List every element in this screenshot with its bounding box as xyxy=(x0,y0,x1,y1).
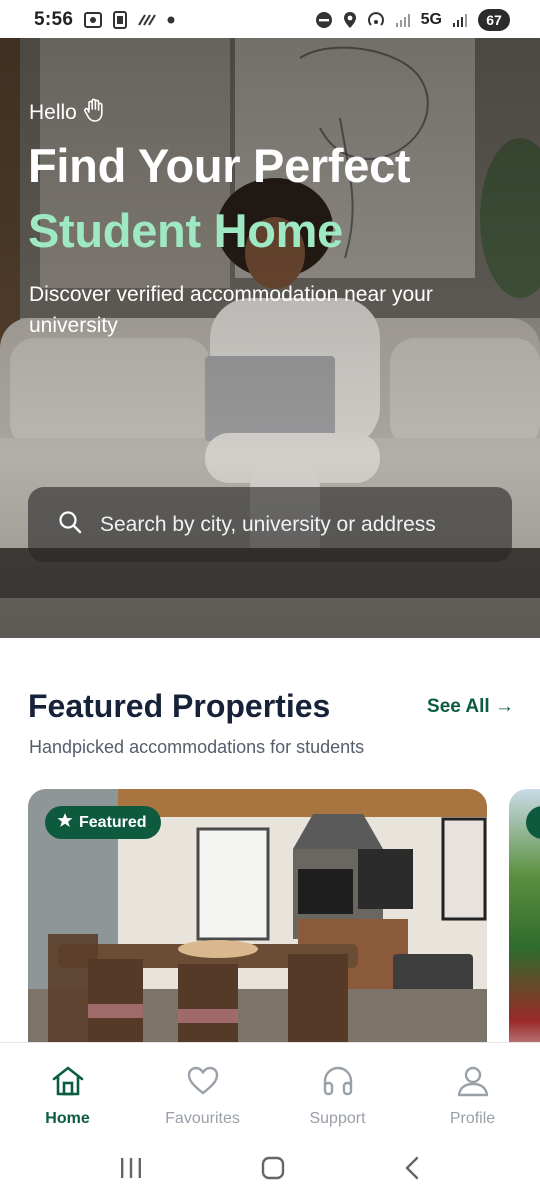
signal-strength-icon xyxy=(452,12,468,28)
heart-icon xyxy=(186,1065,220,1102)
nav-favourites-label: Favourites xyxy=(165,1110,240,1127)
status-left: 5:56 xyxy=(34,9,175,31)
featured-badge xyxy=(526,806,540,839)
status-right: 5G 67 xyxy=(315,9,510,31)
network-type: 5G xyxy=(420,11,442,28)
hero-banner: Hello Find Your Perfect Student Home Dis… xyxy=(0,38,540,638)
battery-indicator: 67 xyxy=(478,9,510,31)
headphones-icon xyxy=(321,1065,355,1102)
signal-icon xyxy=(395,12,411,28)
greeting: Hello xyxy=(29,98,105,128)
dot-icon xyxy=(167,16,175,24)
featured-badge: Featured xyxy=(45,806,161,839)
nav-support-label: Support xyxy=(309,1110,366,1127)
see-all-link[interactable]: See All → xyxy=(427,696,514,718)
nav-home[interactable]: Home xyxy=(0,1065,135,1128)
property-card[interactable] xyxy=(509,789,540,1042)
featured-carousel[interactable]: Featured xyxy=(28,789,540,1042)
recents-icon[interactable] xyxy=(118,1156,144,1185)
sim-icon xyxy=(113,10,128,30)
status-time: 5:56 xyxy=(34,9,74,30)
system-nav-bar xyxy=(0,1140,540,1200)
featured-badge-label: Featured xyxy=(79,813,147,831)
nav-profile[interactable]: Profile xyxy=(405,1065,540,1128)
status-bar: 5:56 5G 67 xyxy=(0,0,540,40)
featured-subtitle: Handpicked accommodations for students xyxy=(29,737,365,757)
nfc-icon xyxy=(137,13,157,27)
search-bar[interactable]: Search by city, university or address xyxy=(28,487,512,562)
nav-profile-label: Profile xyxy=(449,1110,496,1127)
hero-title-line2: Student Home xyxy=(28,204,343,257)
greeting-text: Hello xyxy=(29,101,77,124)
home-icon xyxy=(51,1065,85,1102)
nav-support[interactable]: Support xyxy=(270,1065,405,1128)
nav-favourites[interactable]: Favourites xyxy=(135,1065,270,1128)
screenshot-icon xyxy=(83,10,103,30)
search-icon xyxy=(58,510,82,539)
hero-subtitle: Discover verified accommodation near you… xyxy=(29,283,433,337)
featured-header: Featured Properties See All → xyxy=(28,688,514,725)
home-button-icon[interactable] xyxy=(260,1155,286,1186)
bottom-nav: Home Favourites Support Profile xyxy=(0,1042,540,1140)
star-icon xyxy=(57,812,73,833)
location-icon xyxy=(343,11,357,29)
hotspot-icon xyxy=(367,11,385,29)
dnd-icon xyxy=(315,11,333,29)
user-icon xyxy=(456,1065,490,1102)
waving-hand-icon xyxy=(83,98,105,128)
property-card[interactable]: Featured xyxy=(28,789,487,1042)
featured-title: Featured Properties xyxy=(28,688,331,724)
hero-title-line1: Find Your Perfect xyxy=(28,139,411,192)
nav-home-label: Home xyxy=(45,1110,90,1127)
back-icon[interactable] xyxy=(402,1155,422,1186)
search-placeholder: Search by city, university or address xyxy=(100,512,436,536)
